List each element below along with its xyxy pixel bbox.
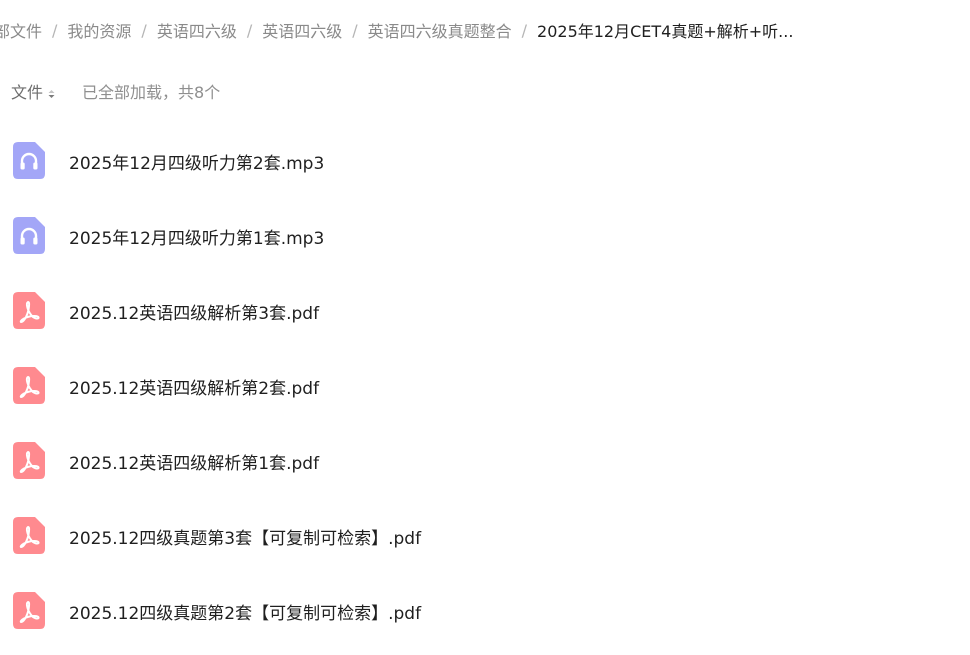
breadcrumb-separator: /: [521, 20, 528, 40]
breadcrumb-item-my-resources[interactable]: 我的资源: [67, 18, 131, 42]
file-name[interactable]: 2025年12月四级听力第1套.mp3: [69, 224, 324, 249]
file-row[interactable]: 2025.12英语四级解析第3套.pdf: [0, 273, 970, 348]
breadcrumb-item-current-folder: 2025年12月CET4真题+解析+听...: [537, 22, 794, 41]
breadcrumb-separator: /: [52, 20, 58, 40]
breadcrumb-item-all-files[interactable]: 部文件: [0, 18, 42, 42]
file-row[interactable]: 2025.12英语四级解析第1套.pdf: [0, 423, 970, 498]
file-browser-page: 部文件 / 我的资源 / 英语四六级 / 英语四六级 / 英语四六级真题整合 /…: [0, 0, 970, 655]
breadcrumb-separator: /: [141, 20, 147, 40]
breadcrumb-item-cet[interactable]: 英语四六级: [157, 18, 237, 42]
file-row[interactable]: 2025年12月四级听力第2套.mp3: [0, 123, 970, 198]
breadcrumb-item-cet-exams[interactable]: 英语四六级真题整合: [368, 18, 512, 42]
breadcrumb-separator: /: [352, 20, 358, 40]
pdf-icon: [13, 292, 45, 329]
headphones-icon: [13, 142, 45, 179]
file-row[interactable]: 2025.12四级真题第2套【可复制可检索】.pdf: [0, 573, 970, 648]
pdf-icon: [13, 517, 45, 554]
sort-by-file-button[interactable]: 文件: [11, 79, 55, 103]
file-list: 2025年12月四级听力第2套.mp3 2025年12月四级听力第1套.mp3 …: [0, 123, 970, 648]
file-row[interactable]: 2025.12四级真题第3套【可复制可检索】.pdf: [0, 498, 970, 573]
pdf-icon: [13, 592, 45, 629]
pdf-icon: [13, 442, 45, 479]
breadcrumb-item-cet-sub[interactable]: 英语四六级: [262, 18, 342, 42]
file-name[interactable]: 2025年12月四级听力第2套.mp3: [69, 149, 324, 174]
pdf-icon: [13, 367, 45, 404]
file-name[interactable]: 2025.12英语四级解析第1套.pdf: [69, 449, 319, 474]
breadcrumb: 部文件 / 我的资源 / 英语四六级 / 英语四六级 / 英语四六级真题整合 /…: [0, 18, 793, 42]
headphones-icon: [13, 217, 45, 254]
file-name[interactable]: 2025.12英语四级解析第3套.pdf: [69, 299, 319, 324]
file-row[interactable]: 2025.12英语四级解析第2套.pdf: [0, 348, 970, 423]
breadcrumb-separator: /: [246, 20, 253, 40]
file-name[interactable]: 2025.12英语四级解析第2套.pdf: [69, 374, 319, 399]
file-row[interactable]: 2025年12月四级听力第1套.mp3: [0, 198, 970, 273]
sort-arrow-icon: [48, 90, 55, 98]
file-name[interactable]: 2025.12四级真题第2套【可复制可检索】.pdf: [69, 599, 421, 624]
load-status-text: 已全部加载，共8个: [82, 83, 221, 102]
file-name[interactable]: 2025.12四级真题第3套【可复制可检索】.pdf: [69, 524, 421, 549]
sort-label: 文件: [11, 83, 44, 102]
list-toolbar: 文件 已全部加载，共8个: [11, 80, 220, 102]
